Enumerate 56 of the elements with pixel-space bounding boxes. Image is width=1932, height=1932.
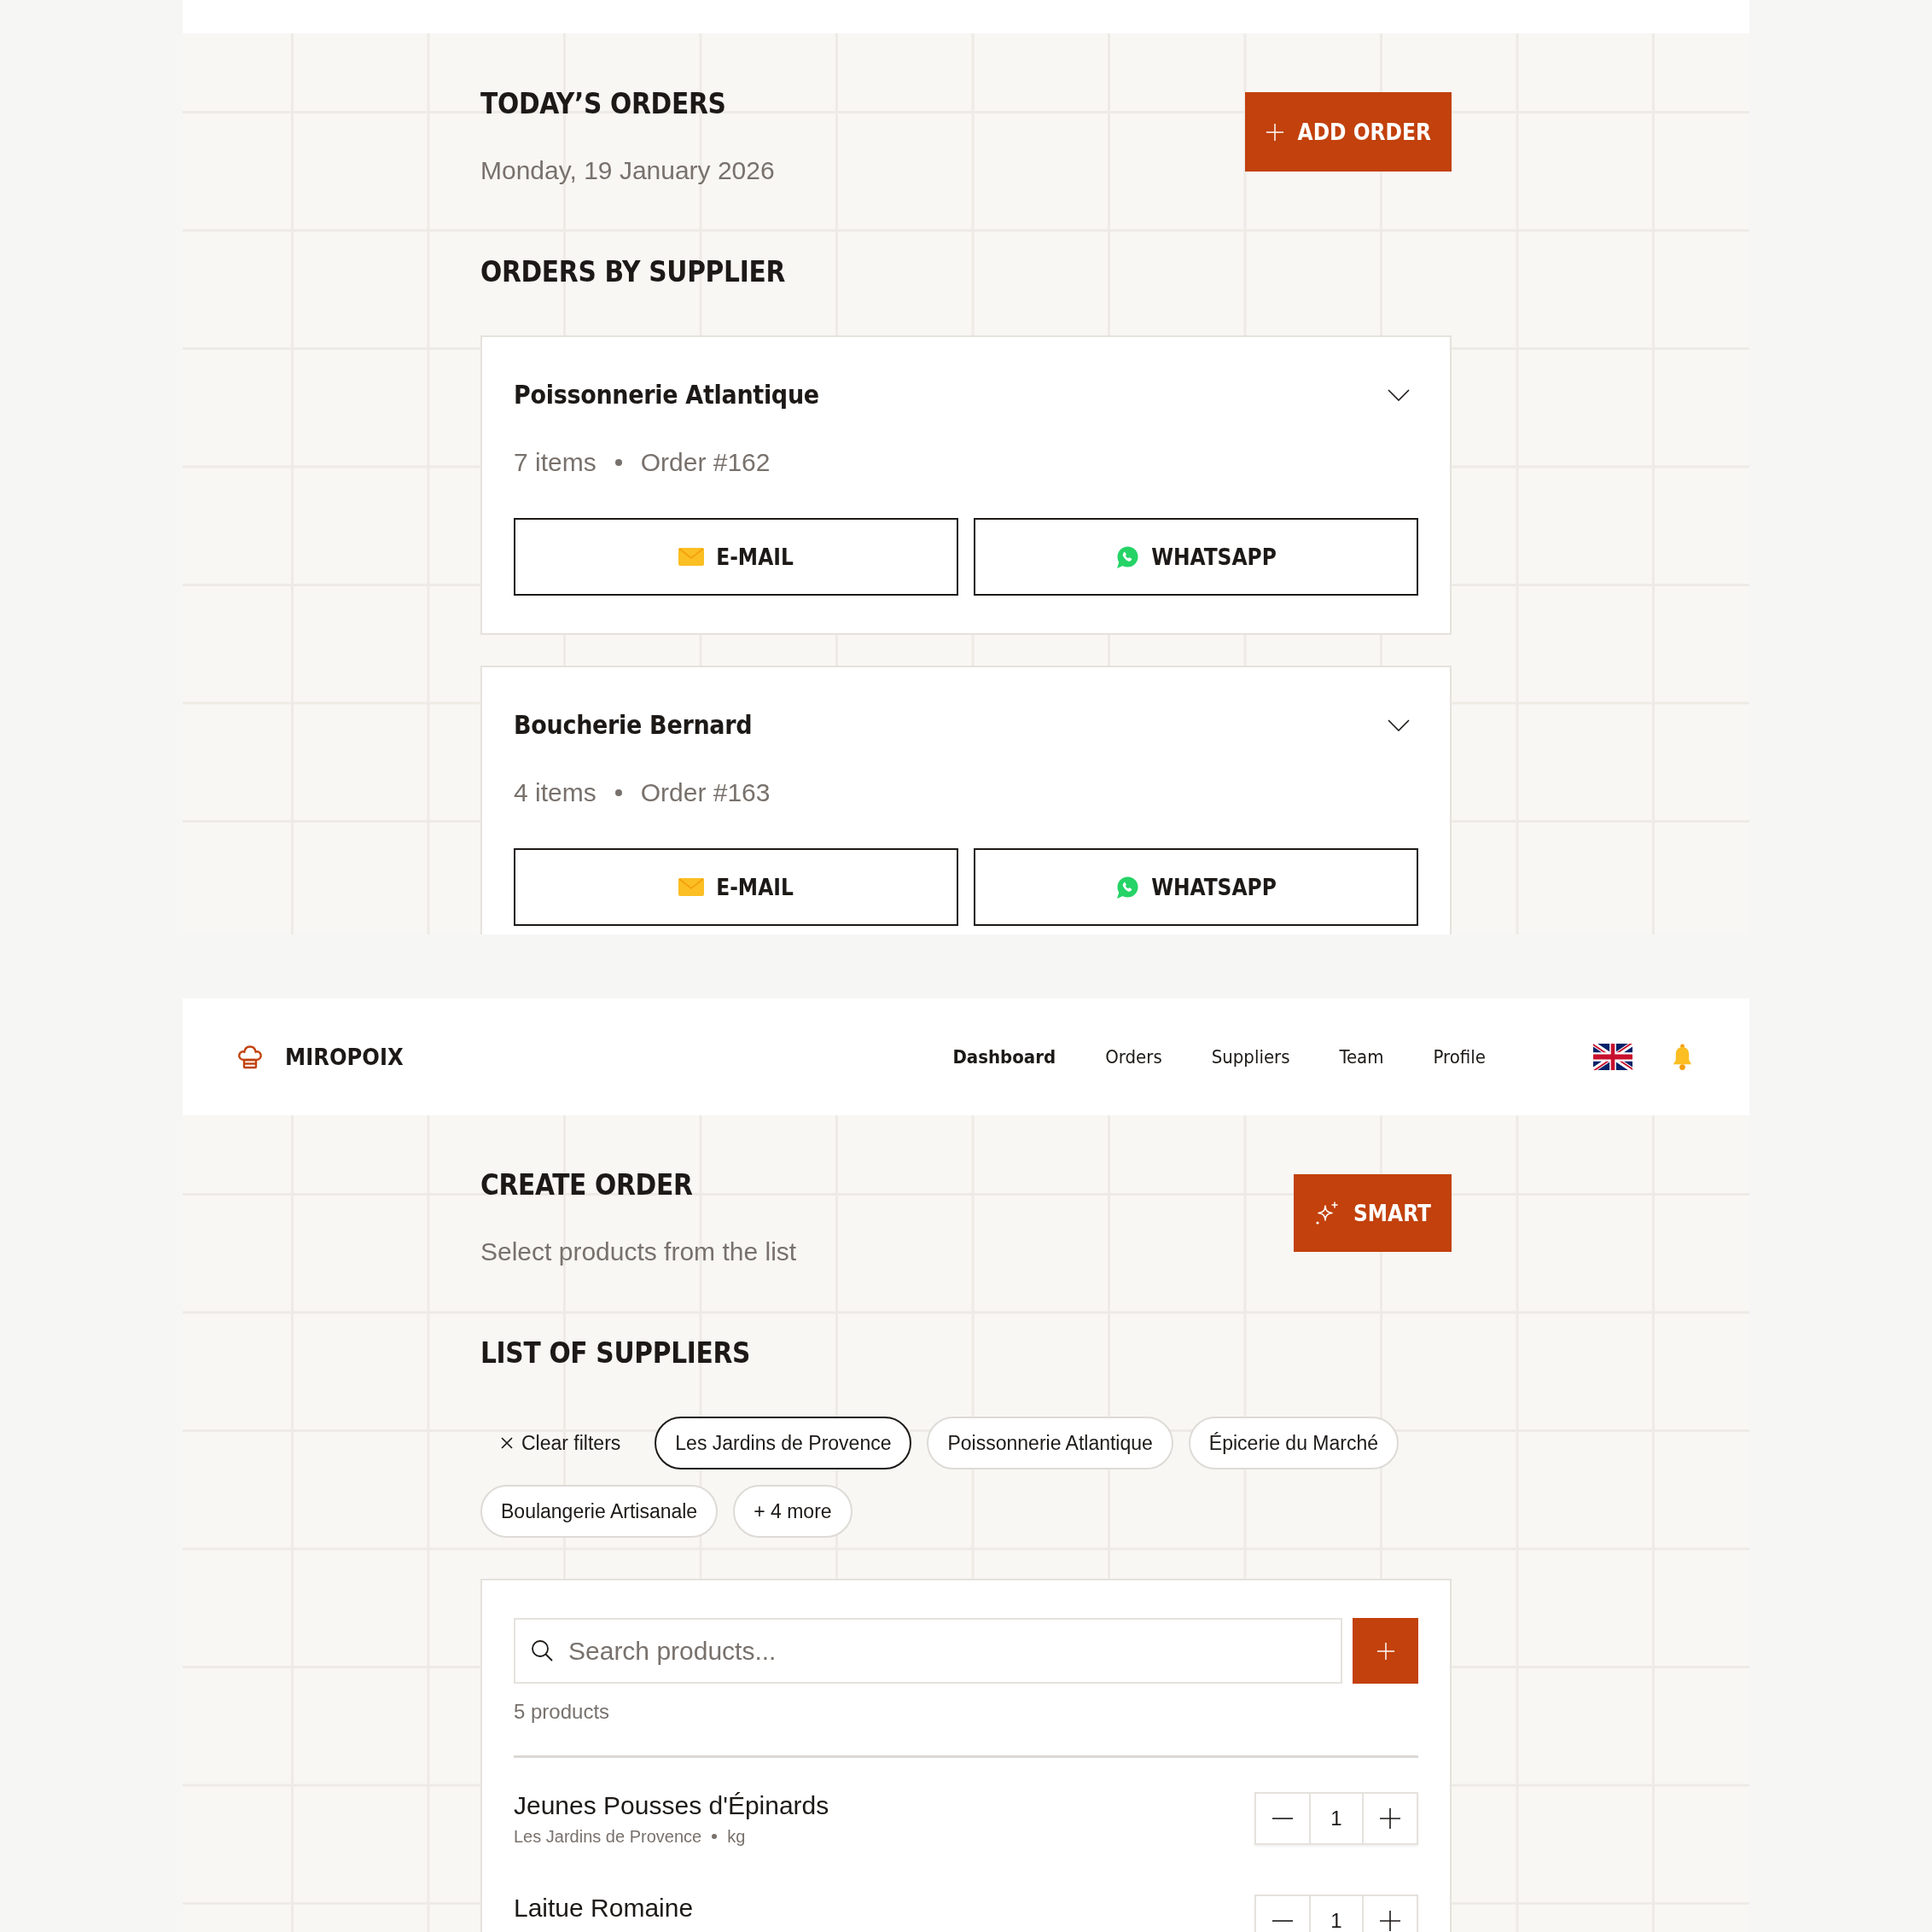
nav-link[interactable]: Orders: [1105, 1046, 1162, 1068]
more-filters-button[interactable]: + 4 more: [733, 1485, 853, 1538]
nav-link[interactable]: Team: [1339, 1046, 1384, 1068]
nav-link[interactable]: Dashboard: [952, 1046, 1056, 1068]
nav-link[interactable]: Suppliers: [1211, 1046, 1290, 1068]
bullet-icon: [712, 1834, 718, 1839]
product-supplier: Les Jardins de Provence: [514, 1826, 702, 1848]
bullet-icon: [614, 789, 622, 796]
date-text: Monday, 19 January 2026: [480, 155, 775, 186]
increase-button[interactable]: [1364, 1896, 1417, 1932]
brand-name: MIROPOIX: [285, 1044, 404, 1070]
increase-button[interactable]: [1364, 1794, 1417, 1843]
email-button[interactable]: E-MAIL: [514, 848, 958, 926]
supplier-name: Boucherie Bernard: [514, 709, 753, 742]
item-count: 7 items: [514, 447, 596, 478]
search-field[interactable]: Search products...: [514, 1618, 1342, 1684]
minus-icon: [1272, 1920, 1293, 1922]
whatsapp-button[interactable]: WHATSAPP: [974, 518, 1418, 596]
search-icon: [531, 1639, 553, 1661]
plus-icon: [1380, 1911, 1400, 1931]
envelope-icon: [678, 548, 705, 566]
supplier-filter-button[interactable]: Poissonnerie Atlantique: [927, 1417, 1173, 1469]
plus-icon: [1265, 122, 1284, 142]
bullet-icon: [614, 459, 622, 466]
page-subtitle: Select products from the list: [480, 1237, 797, 1267]
product-count: 5 products: [514, 1699, 611, 1725]
product-name: Jeunes Pousses d'Épinards: [514, 1790, 829, 1821]
supplier-filter-button[interactable]: Épicerie du Marché: [1188, 1417, 1399, 1469]
close-icon: [501, 1437, 513, 1449]
whatsapp-icon: [1115, 875, 1140, 899]
supplier-filter-button[interactable]: Les Jardins de Provence: [655, 1417, 912, 1469]
order-number: Order #163: [640, 777, 771, 808]
page-title: TODAY’S ORDERS: [480, 86, 727, 122]
email-button[interactable]: E-MAIL: [514, 518, 958, 596]
add-order-button[interactable]: ADD ORDER: [1244, 92, 1452, 172]
product-unit: kg: [727, 1826, 746, 1848]
nav-link[interactable]: Profile: [1433, 1046, 1486, 1068]
plus-icon: [1376, 1641, 1395, 1661]
whatsapp-button[interactable]: WHATSAPP: [974, 848, 1418, 926]
supplier-name: Poissonnerie Atlantique: [514, 379, 819, 411]
clear-filters-button[interactable]: Clear filters: [480, 1417, 640, 1469]
item-count: 4 items: [514, 777, 596, 808]
whatsapp-icon: [1115, 544, 1140, 569]
flag-icon[interactable]: [1593, 1044, 1632, 1070]
section-title: ORDERS BY SUPPLIER: [480, 254, 786, 290]
section-title: LIST OF SUPPLIERS: [480, 1336, 752, 1371]
order-number: Order #162: [640, 447, 771, 478]
supplier-filter-button[interactable]: Boulangerie Artisanale: [480, 1485, 719, 1538]
envelope-icon: [678, 878, 705, 896]
product-name: Laitue Romaine: [514, 1893, 694, 1923]
chevron-down-icon[interactable]: [1388, 389, 1410, 401]
chevron-down-icon[interactable]: [1388, 719, 1410, 731]
smart-button[interactable]: SMART: [1293, 1174, 1452, 1252]
page-title: CREATE ORDER: [480, 1167, 694, 1203]
plus-icon: [1380, 1808, 1400, 1829]
minus-icon: [1272, 1818, 1293, 1819]
